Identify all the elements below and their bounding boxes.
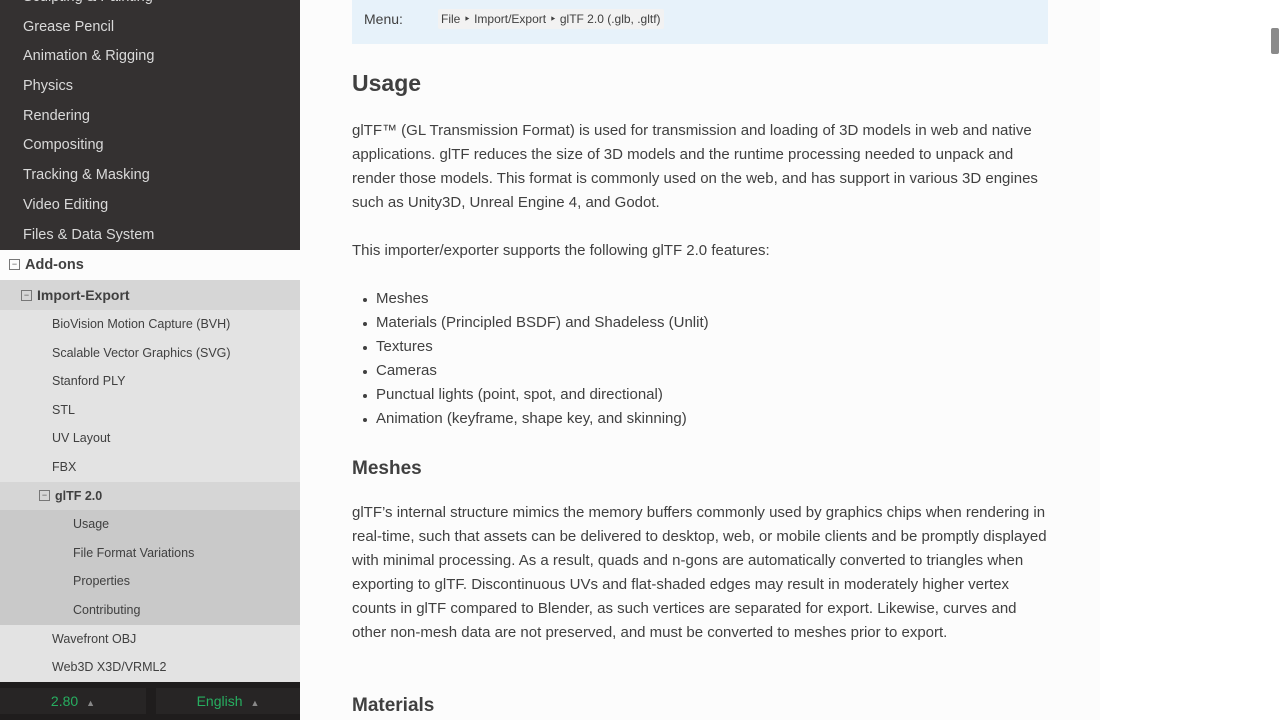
sidebar-item-properties[interactable]: Properties <box>0 567 300 596</box>
sidebar-item-label: glTF 2.0 <box>55 488 103 503</box>
sidebar-item-label: Import-Export <box>37 287 130 303</box>
sidebar-item-sculpting[interactable]: Sculpting & Painting <box>0 0 300 13</box>
version-label: 2.80 <box>50 693 79 709</box>
menu-path: File ‣ Import/Export ‣ glTF 2.0 (.glb, .… <box>438 9 664 29</box>
menu-info-box: Menu: File ‣ Import/Export ‣ glTF 2.0 (.… <box>352 0 1048 44</box>
usage-paragraph: glTF™ (GL Transmission Format) is used f… <box>352 122 1038 211</box>
meshes-paragraph: glTF’s internal structure mimics the mem… <box>352 504 1047 641</box>
sidebar: Sculpting & Painting Grease Pencil Anima… <box>0 0 300 720</box>
list-item: Materials (Principled BSDF) and Shadeles… <box>352 311 709 335</box>
sidebar-item-obj[interactable]: Wavefront OBJ <box>0 625 300 654</box>
sidebar-top-list: Sculpting & Painting Grease Pencil Anima… <box>0 0 300 250</box>
right-margin <box>1100 0 1280 720</box>
language-selector[interactable]: English ▲ <box>156 688 300 714</box>
version-switcher-bar: 2.80 ▲ English ▲ <box>0 682 300 720</box>
sidebar-item-compositing[interactable]: Compositing <box>0 131 300 161</box>
sidebar-item-import-export[interactable]: − Import-Export <box>0 280 300 310</box>
list-item: Punctual lights (point, spot, and direct… <box>352 383 709 407</box>
sidebar-item-gltf[interactable]: − glTF 2.0 <box>0 481 300 511</box>
collapse-icon[interactable]: − <box>9 258 20 270</box>
caret-up-icon: ▲ <box>86 698 96 708</box>
collapse-icon[interactable]: − <box>39 489 50 501</box>
caret-up-icon: ▲ <box>250 698 260 708</box>
sidebar-item-uv-layout[interactable]: UV Layout <box>0 424 300 453</box>
sidebar-item-svg[interactable]: Scalable Vector Graphics (SVG) <box>0 339 300 368</box>
scrollbar-thumb[interactable] <box>1271 28 1279 54</box>
sidebar-item-label: Add-ons <box>25 257 84 273</box>
language-label: English <box>196 693 243 709</box>
sidebar-item-tracking[interactable]: Tracking & Masking <box>0 161 300 191</box>
section-heading-usage: Usage <box>352 70 422 96</box>
sidebar-item-x3d[interactable]: Web3D X3D/VRML2 <box>0 653 300 682</box>
section-heading-meshes: Meshes <box>352 458 422 479</box>
sidebar-item-ply[interactable]: Stanford PLY <box>0 367 300 396</box>
sidebar-subnav: − Import-Export BioVision Motion Capture … <box>0 280 300 682</box>
sidebar-item-stl[interactable]: STL <box>0 396 300 425</box>
sidebar-item-file-format-variations[interactable]: File Format Variations <box>0 538 300 568</box>
menu-label: Menu: <box>364 11 403 27</box>
sidebar-item-addons[interactable]: − Add-ons <box>0 250 300 280</box>
list-item: Meshes <box>352 287 709 311</box>
features-list: Meshes Materials (Principled BSDF) and S… <box>352 287 709 431</box>
list-item: Animation (keyframe, shape key, and skin… <box>352 407 709 431</box>
sidebar-item-fbx[interactable]: FBX <box>0 453 300 482</box>
section-heading-materials: Materials <box>352 695 435 716</box>
sidebar-item-usage[interactable]: Usage <box>0 510 300 539</box>
sidebar-item-contributing[interactable]: Contributing <box>0 595 300 625</box>
sidebar-item-grease-pencil[interactable]: Grease Pencil <box>0 13 300 43</box>
features-intro: This importer/exporter supports the foll… <box>352 242 770 259</box>
sidebar-item-files[interactable]: Files & Data System <box>0 221 300 251</box>
list-item: Cameras <box>352 359 709 383</box>
sidebar-item-animation[interactable]: Animation & Rigging <box>0 42 300 72</box>
list-item: Textures <box>352 335 709 359</box>
collapse-icon[interactable]: − <box>21 289 32 301</box>
sidebar-item-rendering[interactable]: Rendering <box>0 102 300 132</box>
sidebar-item-video-editing[interactable]: Video Editing <box>0 191 300 221</box>
sidebar-item-physics[interactable]: Physics <box>0 72 300 102</box>
sidebar-item-bvh[interactable]: BioVision Motion Capture (BVH) <box>0 310 300 339</box>
version-selector[interactable]: 2.80 ▲ <box>0 688 146 714</box>
